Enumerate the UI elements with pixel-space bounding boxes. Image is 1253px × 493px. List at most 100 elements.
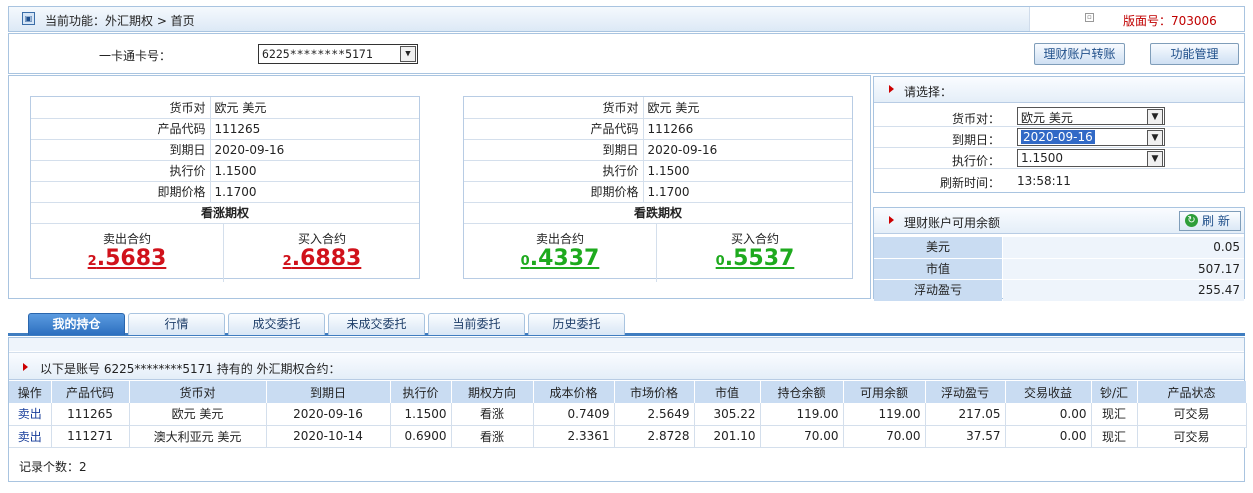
table-row: 卖出 111271 澳大利亚元 美元 2020-10-14 0.6900 看涨 …: [9, 425, 1247, 448]
home-icon[interactable]: ▣: [22, 12, 35, 25]
sell-action-cell[interactable]: 卖出: [9, 403, 52, 426]
refresh-button[interactable]: ↻ 刷 新: [1179, 211, 1241, 231]
balance-row: 浮动盈亏 255.47: [874, 279, 1244, 301]
call-buy-price[interactable]: 2.6883: [225, 246, 419, 271]
select-panel: 请选择： 货币对： 欧元 美元 ▼ 到期日： 2020-09-16 ▼ 执行价： 1…: [873, 76, 1245, 193]
call-sell-cell[interactable]: 卖出合约 2.5683: [31, 223, 224, 282]
call-info-value: 1.1500: [210, 160, 419, 182]
table-cell: 217.05: [925, 403, 1006, 426]
table-cell: 0.00: [1005, 425, 1092, 448]
holdings-table: 操作 产品代码 货币对 到期日 执行价 期权方向 成本价格 市场价格 市值 持仓…: [9, 381, 1247, 448]
balance-panel-header: 理财账户可用余额 ↻ 刷 新: [874, 208, 1244, 234]
tab-holdings[interactable]: 我的持仓: [28, 313, 125, 335]
table-cell: 0.00: [1005, 403, 1092, 426]
call-info-value: 欧元 美元: [210, 97, 419, 119]
top-bar: ▣ 当前功能：外汇期权 > 首页 ▫ 版面号：703006: [8, 6, 1245, 32]
balance-key: 浮动盈亏: [874, 280, 1002, 301]
options-area: 货币对 欧元 美元 产品代码 111265 到期日 2020-09-16 执行价 1.1…: [8, 75, 871, 299]
put-buy-cell[interactable]: 买入合约 0.5537: [658, 224, 852, 282]
put-sell-cell[interactable]: 卖出合约 0.4337: [464, 223, 657, 282]
card-label: 一卡通卡号：: [99, 49, 172, 63]
table-cell: 0.6900: [390, 425, 452, 448]
minimize-icon[interactable]: ▫: [1085, 13, 1094, 22]
transfer-button[interactable]: 理财账户转账: [1034, 43, 1125, 65]
version-panel: ▫ 版面号：703006: [1029, 7, 1244, 31]
table-cell: 可交易: [1137, 425, 1247, 448]
put-buy-price[interactable]: 0.5537: [658, 246, 852, 271]
chevron-down-icon[interactable]: ▼: [1147, 109, 1163, 125]
sell-action-cell[interactable]: 卖出: [9, 425, 52, 448]
tab-filled-orders[interactable]: 成交委托: [228, 313, 325, 335]
chevron-down-icon[interactable]: ▼: [1147, 130, 1163, 146]
select-panel-title: 请选择：: [904, 85, 953, 99]
chevron-down-icon[interactable]: ▼: [1147, 151, 1163, 167]
put-info-value: 1.1500: [643, 160, 852, 182]
table-cell: 119.00: [843, 403, 926, 426]
pair-row: 货币对： 欧元 美元 ▼: [874, 106, 1244, 127]
call-buy-label: 买入合约: [297, 231, 346, 246]
tab-unfilled-orders[interactable]: 未成交委托: [328, 313, 425, 335]
put-sell-price[interactable]: 0.4337: [464, 246, 656, 271]
table-cell: 2.8728: [614, 425, 695, 448]
balance-value: 255.47: [1003, 280, 1244, 301]
record-count-label: 记录个数：: [19, 460, 80, 474]
arrow-right-icon: [23, 363, 28, 371]
put-sell-dec: .4337: [529, 245, 600, 271]
manage-button[interactable]: 功能管理: [1150, 43, 1239, 65]
call-info-value: 2020-09-16: [210, 139, 419, 161]
strike-row: 执行价： 1.1500 ▼: [874, 148, 1244, 169]
tab-current-orders[interactable]: 当前委托: [428, 313, 525, 335]
column-header: 市场价格: [614, 381, 695, 403]
balance-value: 0.05: [1003, 237, 1244, 258]
table-cell: 37.57: [925, 425, 1006, 448]
chevron-down-icon[interactable]: ▼: [400, 46, 416, 62]
sell-link[interactable]: 卖出: [18, 430, 42, 444]
table-cell: 2020-10-14: [266, 425, 391, 448]
table-cell: 2020-09-16: [266, 403, 391, 426]
holdings-header: 以下是账号 6225********5171 持有的 外汇期权合约：: [9, 352, 1244, 380]
put-info-key: 到期日: [464, 139, 644, 161]
select-panel-header: 请选择：: [874, 77, 1244, 103]
table-cell: 可交易: [1137, 403, 1247, 426]
balance-panel: 理财账户可用余额 ↻ 刷 新 美元 0.05 市值 507.17 浮动盈亏 25…: [873, 207, 1245, 301]
table-row: 卖出 111265 欧元 美元 2020-09-16 1.1500 看涨 0.7…: [9, 403, 1247, 426]
table-cell: 2.5649: [614, 403, 695, 426]
call-info-key: 到期日: [31, 139, 211, 161]
arrow-right-icon: [889, 85, 894, 93]
table-cell: 111271: [51, 425, 130, 448]
call-sell-label: 卖出合约: [102, 231, 151, 246]
put-info-key: 货币对: [464, 97, 644, 119]
expiry-select[interactable]: 2020-09-16 ▼: [1017, 128, 1165, 146]
call-info-key: 即期价格: [31, 181, 211, 203]
table-header-row: 操作 产品代码 货币对 到期日 执行价 期权方向 成本价格 市场价格 市值 持仓…: [9, 381, 1247, 403]
put-option-title: 看跌期权: [464, 203, 852, 224]
call-option-title: 看涨期权: [31, 203, 419, 224]
pair-select[interactable]: 欧元 美元 ▼: [1017, 107, 1165, 125]
table-cell: 欧元 美元: [129, 403, 267, 426]
call-buy-cell[interactable]: 买入合约 2.6883: [225, 224, 419, 282]
refresh-time-row: 刷新时间： 13:58:11: [874, 170, 1244, 191]
put-info-key: 执行价: [464, 160, 644, 182]
record-count: 记录个数：2: [19, 458, 87, 475]
put-option-info: 货币对 欧元 美元 产品代码 111266 到期日 2020-09-16 执行价 1.1…: [464, 97, 852, 203]
holdings-title: 以下是账号 6225********5171 持有的 外汇期权合约：: [40, 362, 341, 376]
tab-history-orders[interactable]: 历史委托: [528, 313, 625, 335]
call-sell-price[interactable]: 2.5683: [31, 246, 223, 271]
refresh-icon: ↻: [1185, 214, 1198, 227]
strike-select[interactable]: 1.1500 ▼: [1017, 149, 1165, 167]
call-info-key: 产品代码: [31, 118, 211, 140]
put-sell-int: 0: [520, 253, 530, 269]
put-info-value: 1.1700: [643, 181, 852, 203]
tab-market[interactable]: 行情: [128, 313, 225, 335]
table-cell: 1.1500: [390, 403, 452, 426]
table-cell: 201.10: [694, 425, 761, 448]
sell-link[interactable]: 卖出: [18, 407, 42, 421]
column-header: 期权方向: [451, 381, 534, 403]
balance-key: 美元: [874, 237, 1002, 258]
card-select-value: 6225********5171: [262, 47, 373, 61]
call-info-value: 1.1700: [210, 181, 419, 203]
card-row: 一卡通卡号： 6225********5171 ▼ 理财账户转账 功能管理: [8, 33, 1245, 74]
expiry-row: 到期日： 2020-09-16 ▼: [874, 127, 1244, 148]
card-select[interactable]: 6225********5171 ▼: [258, 44, 418, 64]
table-cell: 看涨: [451, 403, 534, 426]
